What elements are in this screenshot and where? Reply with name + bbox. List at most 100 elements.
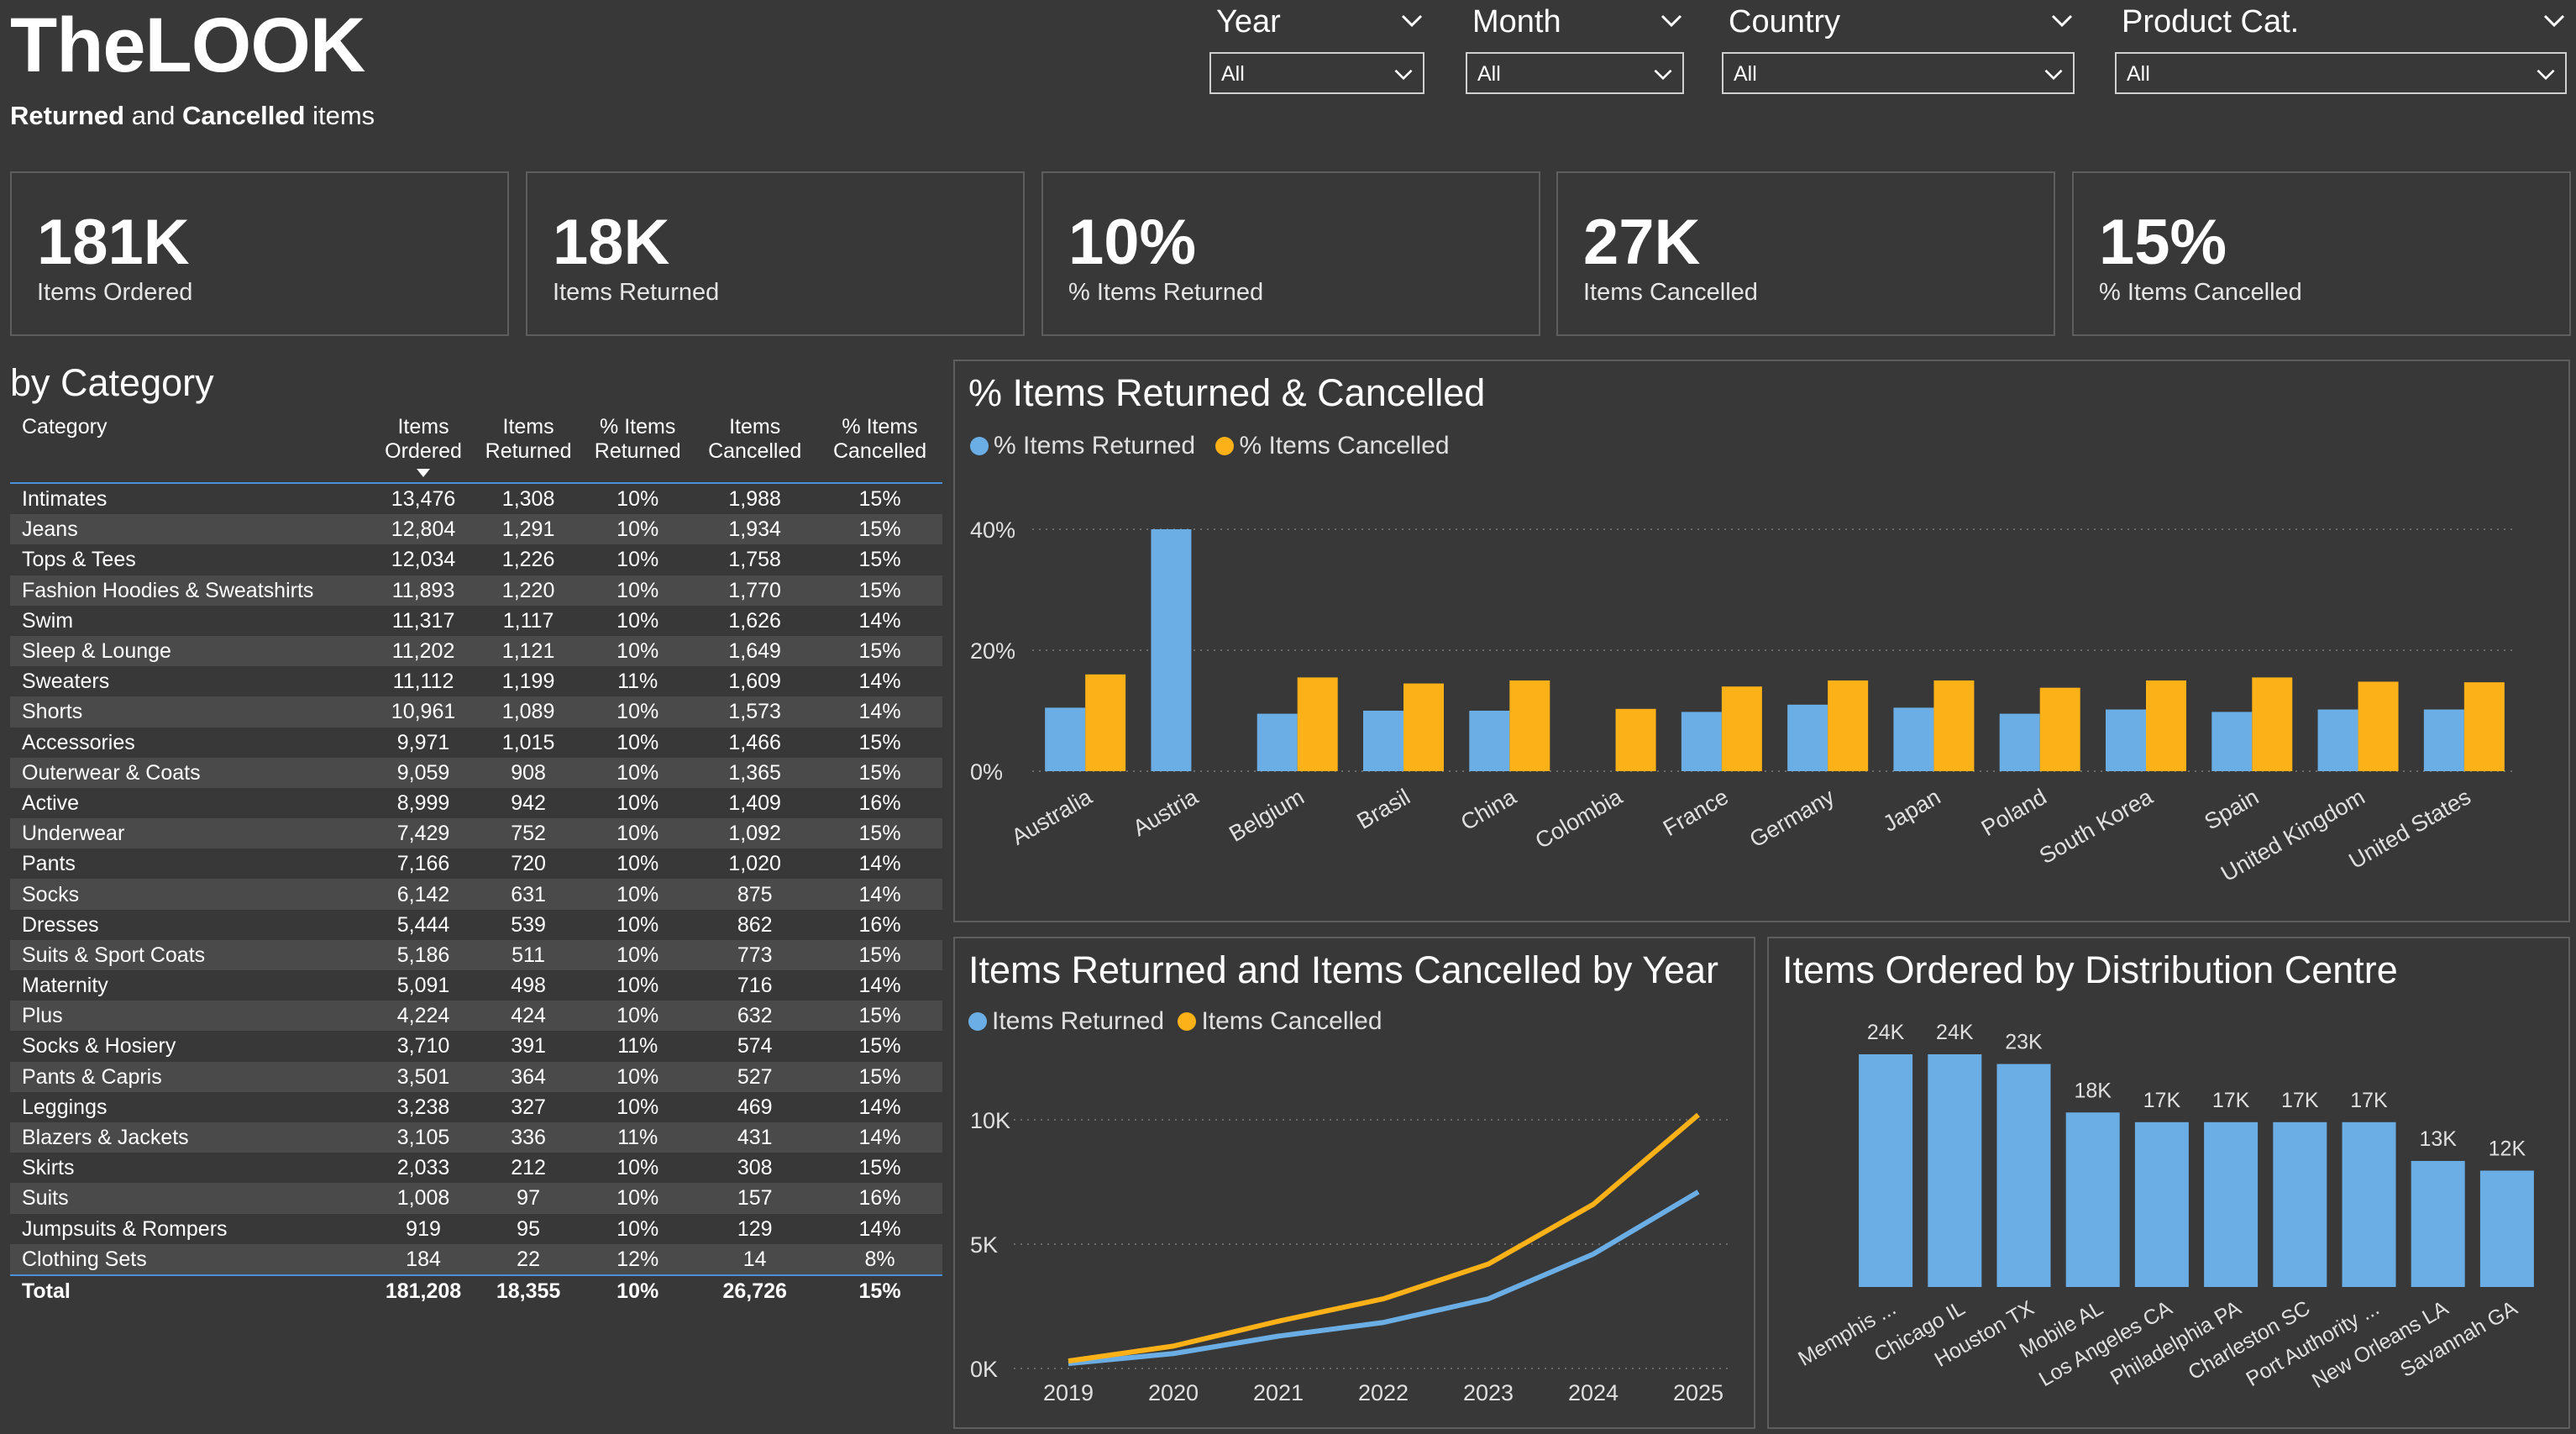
table-cell: 95 xyxy=(517,1216,540,1241)
table-row[interactable]: Fashion Hoodies & Sweatshirts 11,893 1,220… xyxy=(10,575,942,606)
returned-bar xyxy=(1893,707,1934,771)
table-row[interactable]: Pants 7,166 720 10% 1,020 14% xyxy=(10,848,942,879)
table-row[interactable]: Socks & Hosiery 3,710 391 11% 574 15% xyxy=(10,1031,942,1061)
returned-bar xyxy=(2317,709,2358,771)
table-cell: 1,934 xyxy=(692,514,818,545)
table-cell: 10% xyxy=(616,1156,659,1180)
returned-bar xyxy=(1151,529,1192,771)
chevron-down-icon xyxy=(1394,69,1413,81)
x-tick-label: 2023 xyxy=(1463,1380,1514,1405)
table-row[interactable]: Outerwear & Coats 9,059 908 10% 1,365 15% xyxy=(10,757,942,788)
table-row[interactable]: Jumpsuits & Rompers 919 95 10% 129 14% xyxy=(10,1214,942,1244)
table-row[interactable]: Pants & Capris 3,501 364 10% 527 15% xyxy=(10,1061,942,1092)
table-cell: 13,476 xyxy=(391,487,456,512)
table-cell: 14% xyxy=(858,852,901,876)
cancelled-bar xyxy=(1933,680,1975,771)
chevron-down-icon[interactable] xyxy=(1659,8,1684,34)
product-category-dropdown[interactable]: All xyxy=(2115,52,2567,94)
table-cell: 1,609 xyxy=(728,670,781,694)
x-tick-label: Savannah GA xyxy=(2396,1296,2521,1382)
table-cell: 12,804 xyxy=(373,514,475,545)
table-row[interactable]: Plus 4,224 424 10% 632 15% xyxy=(10,1001,942,1032)
distribution-centre-bar xyxy=(2065,1112,2120,1287)
table-row[interactable]: Suits & Sport Coats 5,186 511 10% 773 15% xyxy=(10,939,942,970)
table-cell: 424 xyxy=(474,1001,584,1032)
column-header-items-returned[interactable]: Items Returned xyxy=(474,412,583,483)
table-cell: 1,117 xyxy=(502,608,554,633)
year-line-chart: 0K 5K 10K 2019 2020 2021 2022 2023 2024 2025 xyxy=(970,1108,1728,1405)
distribution-centre-bar xyxy=(1859,1054,1913,1287)
column-header-items-cancelled[interactable]: Items Cancelled xyxy=(692,412,817,483)
table-row[interactable]: Active 8,999 942 10% 1,409 16% xyxy=(10,788,942,818)
table-cell: 3,501 xyxy=(373,1061,475,1092)
table-cell: 1,758 xyxy=(728,548,781,572)
table-cell: 10% xyxy=(583,1183,693,1214)
table-cell: 1,770 xyxy=(692,575,818,606)
kpi-label: % Items Returned xyxy=(1068,279,1264,306)
table-cell: 129 xyxy=(737,1216,773,1241)
table-row[interactable]: Tops & Tees 12,034 1,226 10% 1,758 15% xyxy=(10,544,942,575)
x-tick-label: Spain xyxy=(2200,784,2263,835)
table-row[interactable]: Sleep & Lounge 11,202 1,121 10% 1,649 15% xyxy=(10,635,942,667)
chevron-down-icon[interactable] xyxy=(2049,8,2075,34)
table-row[interactable]: Blazers & Jackets 3,105 336 11% 431 14% xyxy=(10,1121,942,1153)
country-dropdown[interactable]: All xyxy=(1722,52,2075,94)
table-row[interactable]: Accessories 9,971 1,015 10% 1,466 15% xyxy=(10,728,942,758)
table-cell: 14% xyxy=(817,1121,942,1153)
table-row[interactable]: Skirts 2,033 212 10% 308 15% xyxy=(10,1153,942,1183)
table-row[interactable]: Suits 1,008 97 10% 157 16% xyxy=(10,1183,942,1214)
table-cell: 15% xyxy=(817,939,942,970)
table-cell: 11,202 xyxy=(373,635,475,667)
column-header-pct-items-cancelled[interactable]: % Items Cancelled xyxy=(817,412,942,483)
table-row[interactable]: Maternity 5,091 498 10% 716 14% xyxy=(10,970,942,1001)
table-row[interactable]: Jeans 12,804 1,291 10% 1,934 15% xyxy=(10,514,942,545)
cancelled-bar xyxy=(1828,680,1869,771)
table-cell: 15% xyxy=(817,757,942,788)
country-filter[interactable]: Country All xyxy=(1722,0,2075,99)
table-cell: 12,034 xyxy=(391,548,456,572)
table-cell: 327 xyxy=(511,1095,546,1119)
table-row[interactable]: Clothing Sets 184 22 12% 14 8% xyxy=(10,1243,942,1275)
table-cell: 1,020 xyxy=(728,852,781,876)
table-cell: 10% xyxy=(583,757,693,788)
kpi-card-pct-items-returned: 10% % Items Returned xyxy=(1041,171,1540,336)
app-subtitle: Returned and Cancelled items xyxy=(10,101,375,130)
table-cell: 10% xyxy=(616,791,659,815)
table-row[interactable]: Underwear 7,429 752 10% 1,092 15% xyxy=(10,818,942,849)
table-row[interactable]: Socks 6,142 631 10% 875 14% xyxy=(10,879,942,910)
year-filter[interactable]: Year All xyxy=(1209,0,1424,99)
table-row[interactable]: Shorts 10,961 1,089 10% 1,573 14% xyxy=(10,696,942,728)
chevron-down-icon[interactable] xyxy=(2542,8,2567,34)
chevron-down-icon[interactable] xyxy=(1399,8,1424,34)
table-cell: Jeans xyxy=(10,514,374,545)
kpi-label: Items Cancelled xyxy=(1583,279,1758,306)
month-filter[interactable]: Month All xyxy=(1466,0,1684,99)
table-row[interactable]: Intimates 13,476 1,308 10% 1,988 15% xyxy=(10,483,942,514)
table-cell: Jumpsuits & Rompers xyxy=(22,1216,228,1241)
table-row[interactable]: Leggings 3,238 327 10% 469 14% xyxy=(10,1092,942,1122)
column-header-category[interactable]: Category xyxy=(10,412,373,483)
table-cell: Skirts xyxy=(22,1156,75,1180)
column-header-items-ordered[interactable]: Items Ordered xyxy=(373,412,474,483)
table-cell: 15% xyxy=(858,548,901,572)
table-cell: 1,573 xyxy=(692,696,818,728)
table-cell: 364 xyxy=(474,1061,584,1092)
table-cell: 1,015 xyxy=(501,730,555,754)
table-row[interactable]: Dresses 5,444 539 10% 862 16% xyxy=(10,910,942,940)
year-dropdown[interactable]: All xyxy=(1209,52,1424,94)
table-cell: 15% xyxy=(817,514,942,545)
table-row[interactable]: Sweaters 11,112 1,199 11% 1,609 14% xyxy=(10,666,942,696)
table-cell: 9,971 xyxy=(396,730,450,754)
x-tick-label: Belgium xyxy=(1225,784,1308,847)
table-cell: 11,893 xyxy=(373,575,475,606)
product-category-filter[interactable]: Product Cat. All xyxy=(2115,0,2567,99)
table-cell: 14% xyxy=(858,608,901,633)
cancelled-bar xyxy=(1509,680,1550,771)
table-cell: 574 xyxy=(737,1034,773,1058)
distribution-centre-bar-chart: 24KMemphis ...24KChicago IL23KHouston TX… xyxy=(1794,1021,2534,1393)
distribution-centre-bar xyxy=(2204,1121,2259,1287)
table-cell: 11% xyxy=(617,1034,658,1058)
column-header-pct-items-returned[interactable]: % Items Returned xyxy=(583,412,692,483)
month-dropdown[interactable]: All xyxy=(1466,52,1684,94)
table-row[interactable]: Swim 11,317 1,117 10% 1,626 14% xyxy=(10,606,942,636)
